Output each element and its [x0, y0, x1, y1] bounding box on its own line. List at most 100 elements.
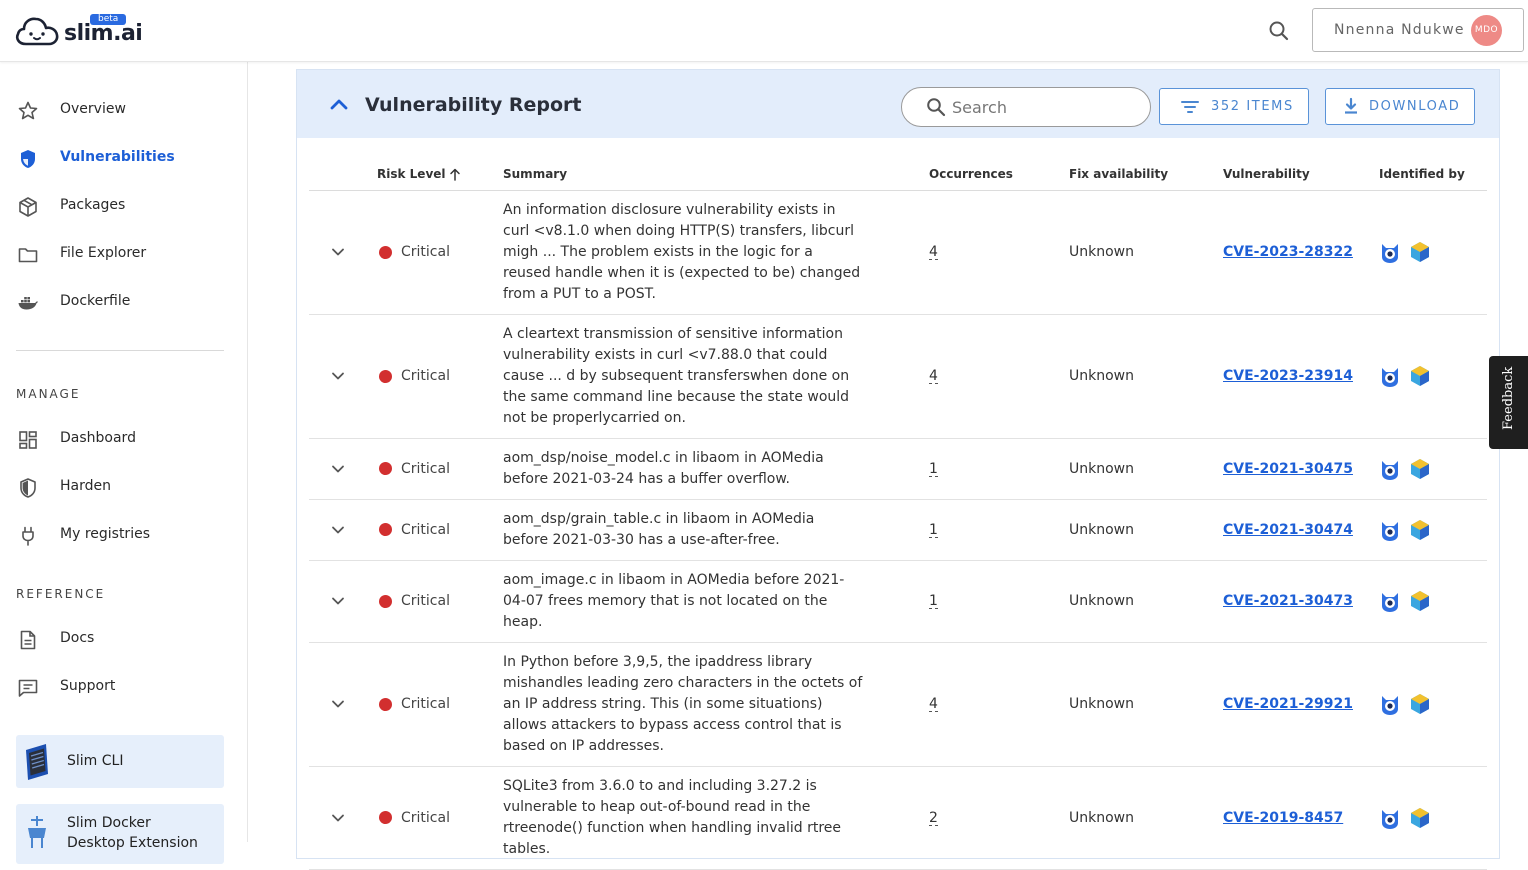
expand-cell[interactable]	[309, 438, 377, 500]
expand-cell[interactable]	[309, 560, 377, 643]
sidebar-item-docs[interactable]: Docs	[0, 619, 248, 659]
report-search[interactable]	[901, 87, 1151, 127]
scanner-cube-icon	[1411, 458, 1429, 479]
sidebar-item-harden[interactable]: Harden	[0, 467, 248, 507]
search-input[interactable]	[952, 96, 1132, 118]
occurrences-count[interactable]: 4	[929, 369, 938, 384]
expand-cell[interactable]	[309, 190, 377, 315]
chevron-down-icon[interactable]	[329, 367, 347, 385]
sidebar-item-my-registries[interactable]: My registries	[0, 515, 248, 555]
promo-label-line2: Desktop Extension	[67, 835, 198, 851]
summary: aom_dsp/grain_table.c in libaom in AOMed…	[503, 499, 929, 561]
risk-cell: Critical	[377, 499, 503, 561]
terminal-icon	[26, 744, 48, 780]
expand-cell[interactable]	[309, 766, 377, 870]
table-row[interactable]: Critical aom_dsp/grain_table.c in libaom …	[309, 499, 1487, 561]
cve-cell: CVE-2019-8457	[1223, 766, 1379, 870]
docker-icon	[18, 297, 38, 310]
chevron-down-icon[interactable]	[329, 809, 347, 827]
occurrences-count[interactable]: 1	[929, 594, 938, 609]
occurrences-count[interactable]: 1	[929, 523, 938, 538]
occurrences-cell: 1	[929, 438, 1069, 500]
sidebar-item-label: Vulnerabilities	[60, 149, 175, 165]
risk-cell: Critical	[377, 642, 503, 767]
sidebar-item-file-explorer[interactable]: File Explorer	[0, 234, 248, 274]
critical-dot-icon	[379, 697, 392, 711]
expand-cell[interactable]	[309, 499, 377, 561]
search-icon	[927, 98, 946, 117]
occurrences-cell: 2	[929, 766, 1069, 870]
fix-availability: Unknown	[1069, 560, 1223, 643]
cve-link[interactable]: CVE-2019-8457	[1223, 810, 1343, 826]
identified-by	[1379, 766, 1487, 870]
table-row[interactable]: Critical aom_dsp/noise_model.c in libaom …	[309, 438, 1487, 500]
cve-link[interactable]: CVE-2021-30473	[1223, 593, 1353, 609]
beta-badge: beta	[90, 14, 127, 25]
identified-by	[1379, 560, 1487, 643]
download-button[interactable]: DOWNLOAD	[1325, 88, 1475, 125]
chevron-up-icon[interactable]	[327, 92, 351, 116]
identified-by	[1379, 642, 1487, 767]
sidebar-item-label: Packages	[60, 197, 126, 213]
table-row[interactable]: Critical SQLite3 from 3.6.0 to and includ…	[309, 766, 1487, 870]
report-title: Vulnerability Report	[365, 94, 582, 116]
occurrences-count[interactable]: 4	[929, 245, 938, 260]
sidebar-item-label: Harden	[60, 478, 111, 494]
dashboard-icon	[19, 431, 37, 449]
sidebar-item-dashboard[interactable]: Dashboard	[0, 419, 248, 459]
expand-cell[interactable]	[309, 642, 377, 767]
summary: aom_image.c in libaom in AOMedia before …	[503, 560, 929, 643]
risk-level: Critical	[401, 368, 450, 384]
slim-cli-promo[interactable]: Slim CLI	[16, 735, 224, 788]
occurrences-cell: 4	[929, 190, 1069, 315]
sidebar-divider	[16, 350, 224, 351]
search-icon[interactable]	[1266, 18, 1292, 44]
expand-cell[interactable]	[309, 314, 377, 439]
folder-icon	[18, 248, 38, 263]
slim-docker-promo[interactable]: Slim Docker Desktop Extension	[16, 804, 224, 864]
slim-logo[interactable]: slim.ai beta	[14, 12, 144, 48]
table-row[interactable]: Critical An information disclosure vulner…	[309, 190, 1487, 315]
occurrences-count[interactable]: 2	[929, 811, 938, 826]
risk-level: Critical	[401, 460, 450, 477]
fix-availability: Unknown	[1069, 438, 1223, 500]
table-header-row: Risk Level Summary Occurrences Fix avail…	[309, 158, 1487, 191]
cve-link[interactable]: CVE-2023-28322	[1223, 244, 1353, 260]
col-risk-level[interactable]: Risk Level	[377, 158, 503, 191]
sidebar-item-dockerfile[interactable]: Dockerfile	[0, 282, 248, 322]
cve-link[interactable]: CVE-2021-30474	[1223, 522, 1353, 538]
star-icon	[18, 101, 38, 120]
critical-dot-icon	[379, 245, 392, 259]
sidebar-item-support[interactable]: Support	[0, 667, 248, 707]
chevron-down-icon[interactable]	[329, 243, 347, 261]
cve-link[interactable]: CVE-2021-30475	[1223, 461, 1353, 477]
chevron-down-icon[interactable]	[329, 695, 347, 713]
table-row[interactable]: Critical A cleartext transmission of sens…	[309, 314, 1487, 439]
user-menu[interactable]: Nnenna Ndukwe MDO	[1312, 8, 1524, 52]
feedback-label: Feedback	[1501, 366, 1516, 430]
scanner-owl-icon	[1382, 460, 1398, 480]
cve-link[interactable]: CVE-2023-23914	[1223, 368, 1353, 384]
occurrences-count[interactable]: 4	[929, 697, 938, 712]
table-row[interactable]: Critical In Python before 3,9,5, the ipad…	[309, 642, 1487, 767]
col-expand	[309, 158, 377, 191]
risk-level: Critical	[401, 244, 450, 260]
occurrences-count[interactable]: 1	[929, 462, 938, 477]
table-row[interactable]: Critical aom_image.c in libaom in AOMedia…	[309, 560, 1487, 643]
chevron-down-icon[interactable]	[329, 521, 347, 539]
package-icon	[19, 197, 37, 217]
items-filter-button[interactable]: 352 ITEMS	[1159, 88, 1309, 125]
sidebar-item-overview[interactable]: Overview	[0, 90, 248, 130]
risk-level: Critical	[401, 696, 450, 712]
sidebar-item-vulnerabilities[interactable]: Vulnerabilities	[0, 138, 248, 178]
docker-extension-icon	[28, 816, 46, 848]
sidebar-item-packages[interactable]: Packages	[0, 186, 248, 226]
cve-link[interactable]: CVE-2021-29921	[1223, 696, 1353, 712]
cve-cell: CVE-2021-30473	[1223, 560, 1379, 643]
identified-by	[1379, 438, 1487, 500]
chevron-down-icon[interactable]	[329, 592, 347, 610]
cve-cell: CVE-2023-23914	[1223, 314, 1379, 439]
chevron-down-icon[interactable]	[329, 460, 347, 478]
feedback-tab[interactable]: Feedback	[1489, 356, 1528, 449]
sidebar-item-label: Overview	[60, 101, 126, 117]
